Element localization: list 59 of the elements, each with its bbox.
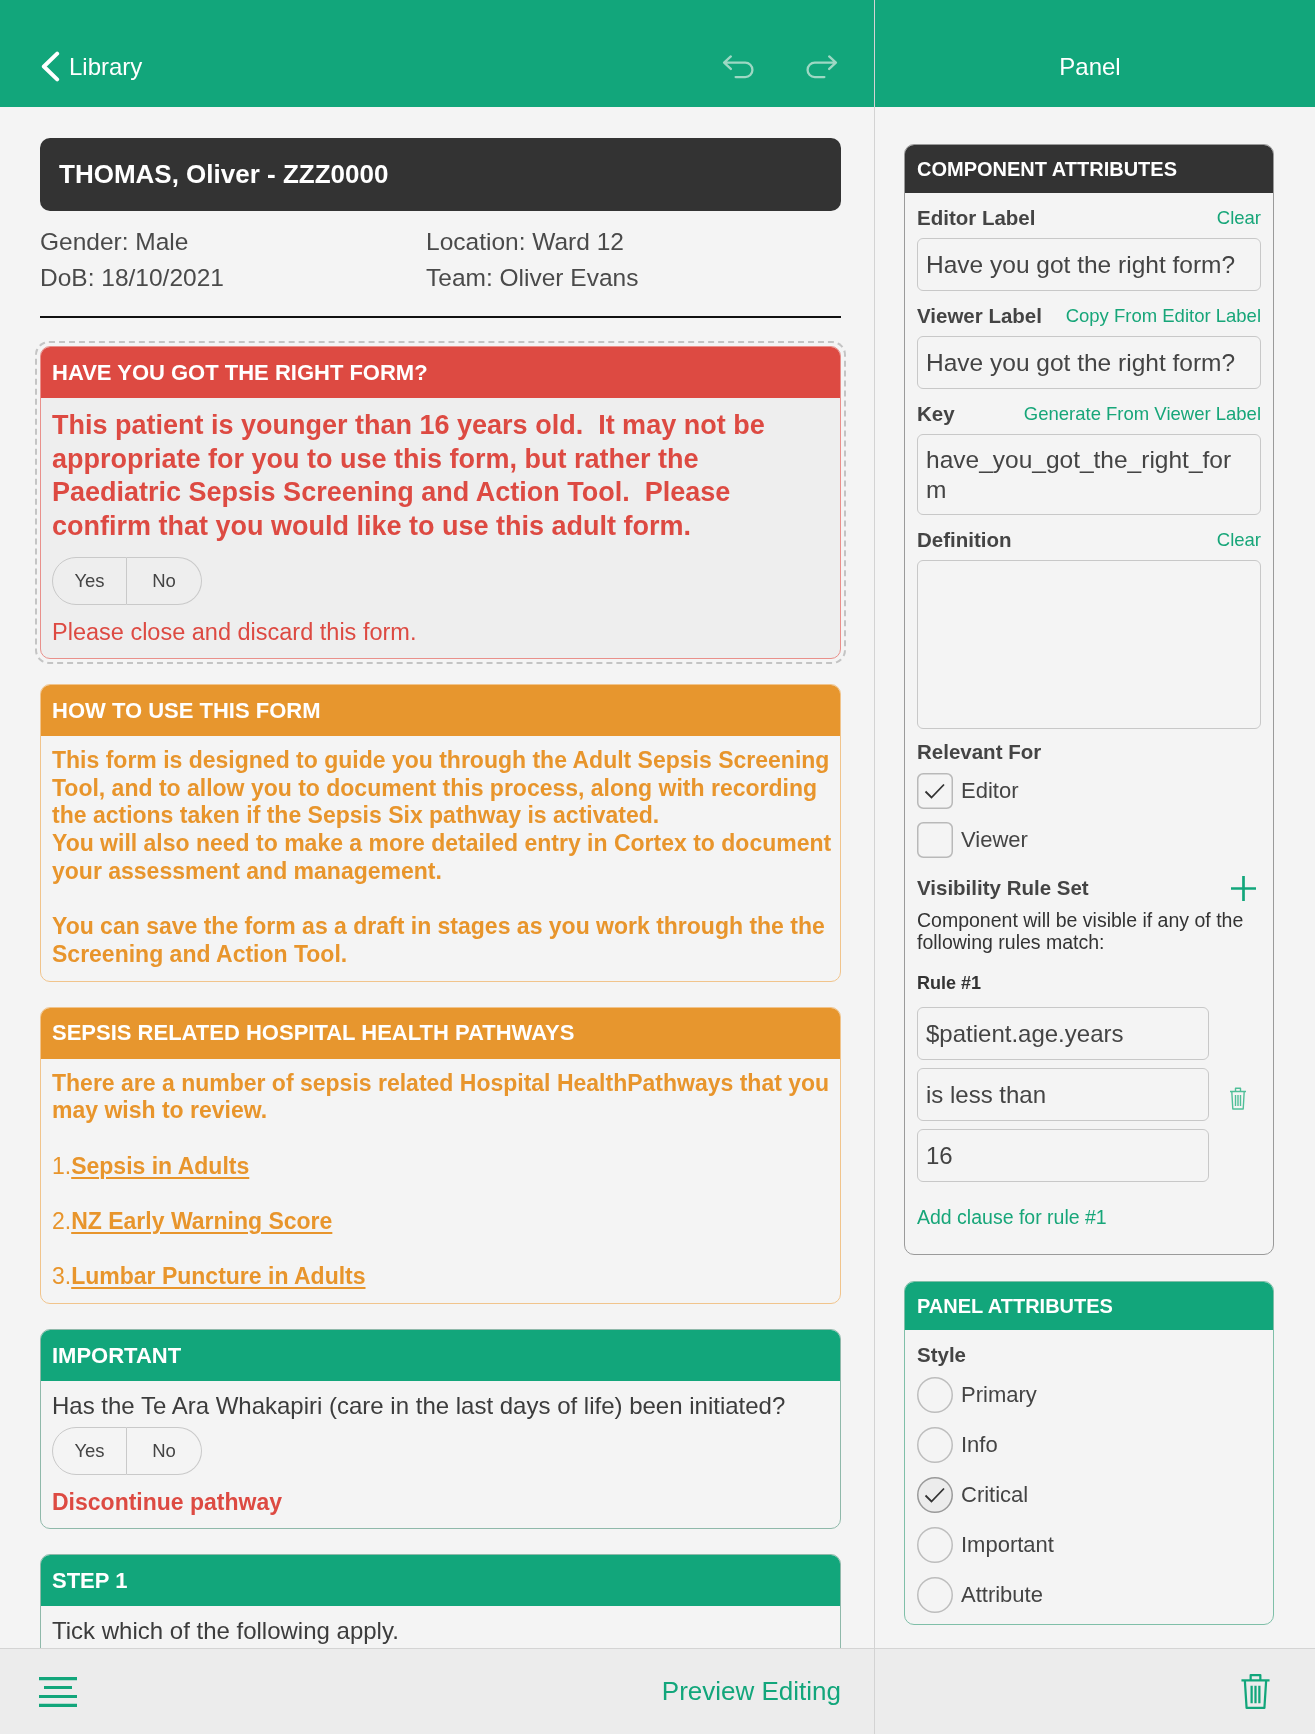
rule-input-field[interactable]: is less than (917, 1068, 1209, 1121)
prompt-text: Has the Te Ara Whakapiri (care in the last days of life) been initiated? (52, 1392, 787, 1421)
checkbox[interactable] (917, 773, 953, 809)
text-field[interactable]: Have you got the right form? (917, 336, 1261, 389)
trash-icon[interactable] (1229, 1087, 1247, 1110)
card-header: COMPONENT ATTRIBUTES (905, 145, 1273, 193)
radio-label: Attribute (961, 1582, 1043, 1608)
field-label: Key (917, 402, 955, 426)
warning-message: This patient is younger than 16 years old. It may not be appropriate for you to use this form, but rather the Paediatric Sepsis Screening and Action Tool. Please confirm that you would like to use this adult form. (52, 409, 766, 543)
prompt-text: Tick which of the following apply. (52, 1617, 400, 1646)
panel-header: SEPSIS RELATED HOSPITAL HEALTH PATHWAYS (41, 1007, 840, 1059)
radio-label: Critical (961, 1482, 1029, 1508)
text-area[interactable]: have_you_got_the_right_form (917, 434, 1261, 515)
rule-input-field[interactable]: $patient.age.years (917, 1007, 1209, 1060)
checkbox-label: Viewer (961, 827, 1028, 853)
radio-button[interactable] (917, 1377, 953, 1413)
radio-button[interactable] (917, 1577, 953, 1613)
panel-header: STEP 1 (41, 1555, 840, 1607)
text-field[interactable]: Have you got the right form? (917, 238, 1261, 291)
radio-label: Primary (961, 1382, 1037, 1408)
patient-detail: Location: Ward 12 (426, 227, 625, 257)
field-label: Editor Label (917, 206, 1036, 230)
rule-description: Component will be visible if any of the following rules match: (917, 909, 1245, 953)
field-label: Viewer Label (917, 304, 1042, 328)
rule-label: Rule #1 (917, 972, 983, 995)
panel-text: This form is designed to guide you through the Adult Sepsis Screening Tool, and to allow you to document this process, along with recording the actions taken if the Sepsis Six pathway is activated. You will also need to make a more detailed entry in Cortex to document your assessment and management. (52, 747, 832, 886)
patient-banner: THOMAS, Oliver - ZZZ0000 (40, 138, 841, 211)
form-panel[interactable] (35, 341, 846, 664)
list-number: 2. (52, 1208, 72, 1235)
radio-button[interactable] (917, 1477, 953, 1513)
panel-text: There are a number of sepsis related Hospital HealthPathways that you may wish to review. (52, 1069, 831, 1125)
rule-input-field[interactable]: 16 (917, 1129, 1209, 1182)
panel-header: IMPORTANT (41, 1330, 840, 1382)
card-header: PANEL ATTRIBUTES (905, 1282, 1273, 1330)
menu-icon[interactable] (39, 1676, 77, 1707)
plus-icon[interactable] (1231, 875, 1256, 901)
panel-header: HOW TO USE THIS FORM (41, 685, 840, 736)
patient-detail: DoB: 18/10/2021 (40, 263, 225, 293)
field-label: Relevant For (917, 740, 1042, 764)
radio-button[interactable] (917, 1527, 953, 1563)
checkbox-label: Editor (961, 778, 1019, 804)
instruction-text: Please close and discard this form. (52, 618, 418, 646)
alert-text: Discontinue pathway (52, 1488, 284, 1517)
radio-button[interactable] (917, 1427, 953, 1463)
panel-text: You can save the form as a draft in stages as you work through the the Screening and Action Tool. (52, 913, 826, 969)
inspector-title: Panel (1059, 52, 1121, 81)
trash-icon[interactable] (1240, 1673, 1271, 1710)
field-label: Definition (917, 528, 1012, 552)
chevron-left-icon (41, 51, 60, 82)
field-label: Style (917, 1343, 966, 1367)
list-number: 1. (52, 1152, 72, 1179)
checkbox[interactable] (917, 822, 953, 858)
panel-header: HAVE YOU GOT THE RIGHT FORM? (41, 347, 840, 398)
field-label: Visibility Rule Set (917, 876, 1089, 900)
patient-detail: Gender: Male (40, 227, 190, 257)
radio-label: Info (961, 1432, 998, 1458)
patient-detail: Team: Oliver Evans (426, 263, 640, 293)
list-number: 3. (52, 1263, 72, 1290)
radio-label: Important (961, 1532, 1054, 1558)
